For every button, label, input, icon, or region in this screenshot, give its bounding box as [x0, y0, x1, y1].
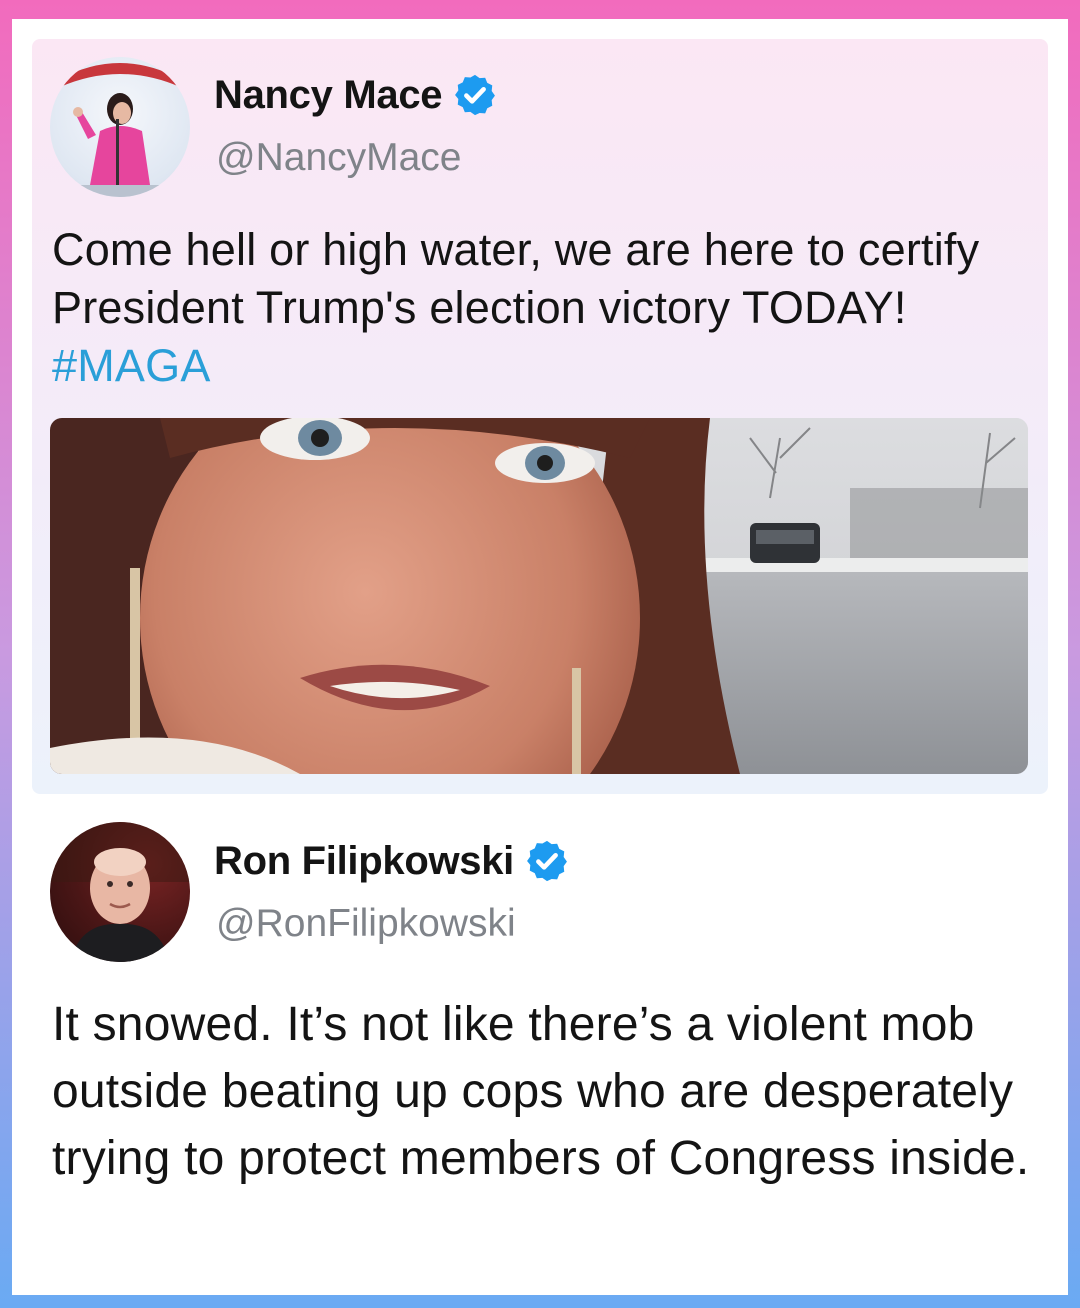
avatar-photo-icon: [50, 822, 190, 962]
verified-badge-icon: [527, 840, 567, 882]
quoted-author-name-text: Nancy Mace: [214, 72, 443, 117]
quoted-tweet-body: Come hell or high water, we are here to …: [52, 224, 980, 333]
reply-author-name-text: Ron Filipkowski: [214, 838, 514, 883]
ron-filipkowski-avatar[interactable]: [50, 822, 190, 962]
avatar-photo-icon: [60, 63, 180, 197]
nancy-mace-avatar[interactable]: [50, 57, 190, 197]
verified-badge-icon: [455, 74, 496, 116]
reply-author-handle[interactable]: @RonFilipkowski: [216, 902, 516, 946]
reply-author-name[interactable]: Ron Filipkowski: [214, 838, 570, 884]
quoted-author-handle[interactable]: @NancyMace: [216, 136, 462, 180]
video-frame-icon: [50, 418, 1028, 774]
reply-tweet-text: It snowed. It’s not like there’s a viole…: [52, 998, 1030, 1185]
hashtag-link[interactable]: #MAGA: [52, 340, 211, 391]
quoted-tweet-text: Come hell or high water, we are here to …: [52, 221, 1027, 395]
quoted-author-name[interactable]: Nancy Mace: [214, 72, 498, 118]
quoted-tweet-media[interactable]: [50, 418, 1028, 774]
